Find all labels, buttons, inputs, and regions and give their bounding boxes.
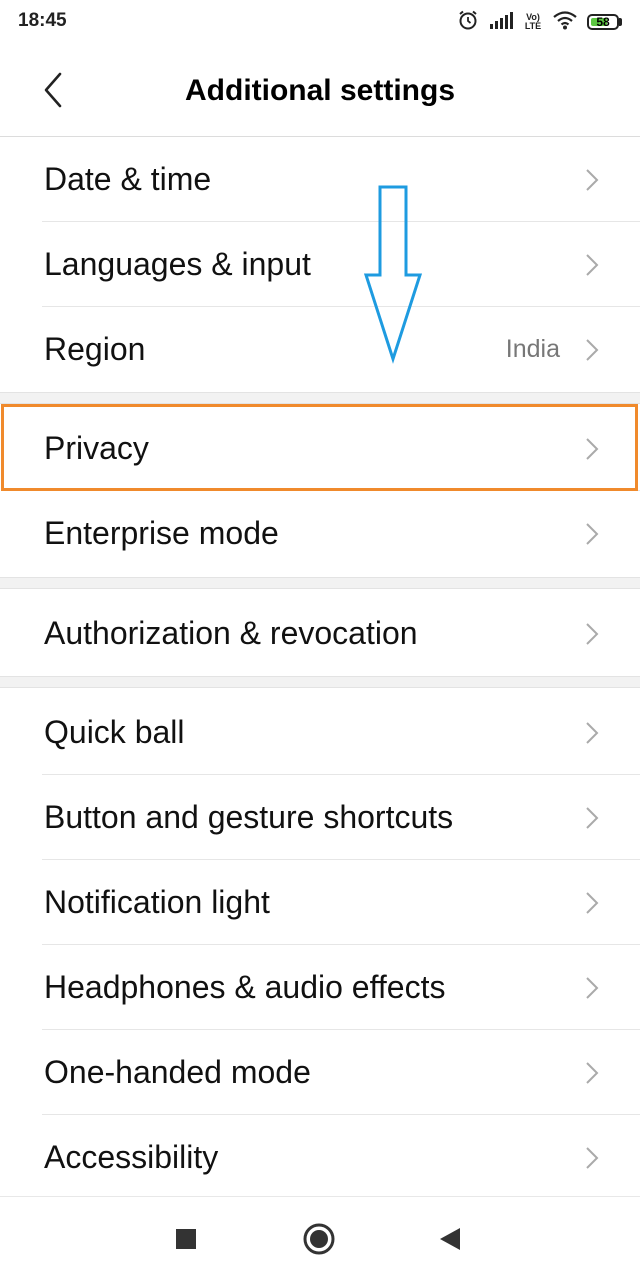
settings-row-region[interactable]: Region India — [0, 307, 640, 392]
battery-tip — [619, 18, 622, 26]
page-title: Additional settings — [185, 74, 455, 107]
row-label: Authorization & revocation — [44, 615, 418, 651]
chevron-right-icon — [584, 338, 600, 362]
chevron-right-icon — [584, 622, 600, 646]
volte-lte-icon: Vo) LTE — [523, 13, 543, 31]
status-time: 18:45 — [18, 10, 67, 31]
chevron-right-icon — [584, 1061, 600, 1085]
settings-row-one-handed-mode[interactable]: One-handed mode — [0, 1030, 640, 1115]
settings-row-quick-ball[interactable]: Quick ball — [0, 690, 640, 775]
settings-section-system: Quick ball Button and gesture shortcuts … — [0, 690, 640, 1200]
settings-row-privacy[interactable]: Privacy — [0, 406, 640, 491]
back-nav-button[interactable] — [434, 1223, 466, 1255]
row-label: Quick ball — [44, 714, 185, 750]
row-label: Languages & input — [44, 246, 311, 282]
settings-row-notification-light[interactable]: Notification light — [0, 860, 640, 945]
settings-row-authorization-revocation[interactable]: Authorization & revocation — [0, 591, 640, 676]
settings-row-date-time[interactable]: Date & time — [0, 137, 640, 222]
settings-section-general: Date & time Languages & input Region Ind… — [0, 137, 640, 392]
row-label: Button and gesture shortcuts — [44, 799, 454, 835]
section-gap — [0, 392, 640, 404]
lte-label: LTE — [524, 21, 542, 31]
chevron-right-icon — [584, 721, 600, 745]
chevron-right-icon — [584, 168, 600, 192]
battery-icon: 58 — [587, 14, 622, 30]
chevron-right-icon — [584, 522, 600, 546]
home-button[interactable] — [302, 1223, 335, 1255]
settings-row-headphones-audio[interactable]: Headphones & audio effects — [0, 945, 640, 1030]
recents-square-icon — [176, 1229, 196, 1249]
chevron-right-icon — [584, 253, 600, 277]
app-header: Additional settings — [0, 44, 640, 137]
alarm-icon — [457, 9, 479, 36]
settings-section-privacy: Privacy Enterprise mode — [0, 406, 640, 576]
chevron-right-icon — [584, 976, 600, 1000]
row-label: Notification light — [44, 884, 270, 920]
row-value: India — [505, 335, 560, 363]
section-gap — [0, 676, 640, 688]
section-gap — [0, 577, 640, 589]
row-label: Privacy — [44, 430, 149, 466]
row-label: Enterprise mode — [44, 515, 279, 551]
wifi-icon — [553, 10, 577, 35]
system-nav-bar — [0, 1196, 640, 1280]
row-label: One-handed mode — [44, 1054, 311, 1090]
chevron-right-icon — [584, 891, 600, 915]
settings-row-accessibility[interactable]: Accessibility — [0, 1115, 640, 1200]
down-arrow-annotation — [363, 185, 423, 364]
chevron-right-icon — [584, 806, 600, 830]
settings-row-button-gesture-shortcuts[interactable]: Button and gesture shortcuts — [0, 775, 640, 860]
settings-section-authorization: Authorization & revocation — [0, 591, 640, 676]
status-bar: 18:45 Vo) LTE 58 — [0, 0, 640, 44]
row-label: Accessibility — [44, 1139, 219, 1175]
back-triangle-icon — [440, 1228, 460, 1250]
signal-icon — [489, 11, 513, 34]
row-label: Region — [44, 331, 146, 367]
settings-row-enterprise-mode[interactable]: Enterprise mode — [0, 491, 640, 576]
row-label: Headphones & audio effects — [44, 969, 446, 1005]
status-icons: Vo) LTE 58 — [457, 8, 622, 36]
battery-level: 58 — [596, 15, 610, 29]
home-circle-icon — [303, 1223, 335, 1255]
battery-body: 58 — [587, 14, 619, 30]
row-label: Date & time — [44, 161, 212, 197]
chevron-right-icon — [584, 437, 600, 461]
settings-row-languages-input[interactable]: Languages & input — [0, 222, 640, 307]
recents-button[interactable] — [170, 1223, 202, 1255]
chevron-right-icon — [584, 1146, 600, 1170]
